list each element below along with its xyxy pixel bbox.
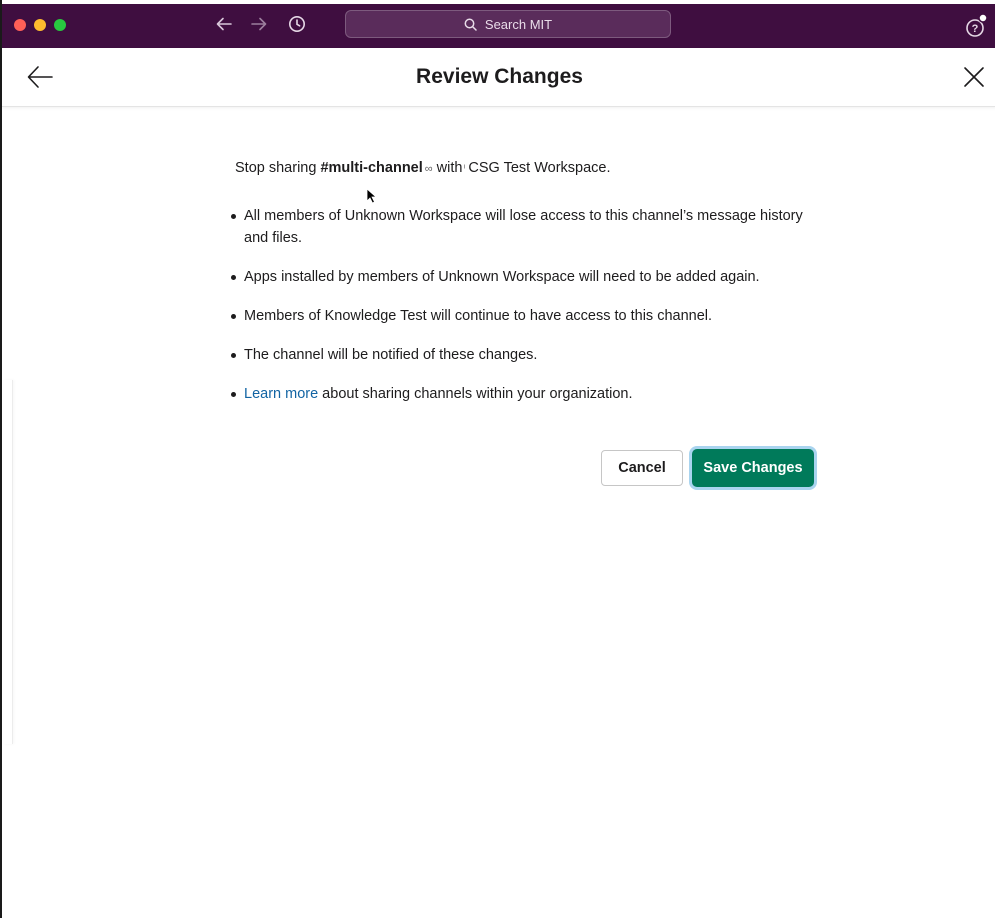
review-content: Stop sharing #multi-channel ∞ withⁱ CSG Tes… bbox=[231, 158, 825, 422]
list-item: All members of Unknown Workspace will lo… bbox=[231, 205, 825, 249]
search-icon bbox=[464, 18, 477, 31]
search-placeholder: Search MIT bbox=[484, 16, 553, 32]
window-close-dot[interactable] bbox=[14, 19, 26, 31]
intro-text: Stop sharing #multi-channel ∞ withⁱ CSG Tes… bbox=[235, 158, 825, 179]
cancel-button[interactable]: Cancel bbox=[601, 450, 683, 486]
workspace-icon: ⁱ bbox=[463, 163, 466, 175]
page-title: Review Changes bbox=[416, 65, 583, 88]
window-minimize-dot[interactable] bbox=[34, 19, 46, 31]
list-item: The channel will be notified of these ch… bbox=[231, 344, 825, 366]
svg-text:?: ? bbox=[972, 23, 979, 35]
search-bar[interactable]: Search MIT bbox=[345, 10, 671, 38]
window-zoom-dot[interactable] bbox=[54, 19, 66, 31]
mouse-cursor-icon bbox=[366, 188, 378, 204]
learn-more-suffix: about sharing channels within your organ… bbox=[318, 386, 633, 402]
history-forward-button[interactable] bbox=[247, 10, 271, 38]
arrow-right-icon bbox=[251, 17, 267, 31]
link-icon: ∞ bbox=[424, 163, 433, 175]
save-changes-button[interactable]: Save Changes bbox=[692, 449, 814, 487]
help-icon: ? bbox=[966, 13, 988, 37]
history-button[interactable] bbox=[285, 10, 309, 38]
learn-more-link[interactable]: Learn more bbox=[244, 386, 318, 402]
arrow-left-icon bbox=[216, 17, 232, 31]
intro-prefix: Stop sharing bbox=[235, 160, 321, 176]
list-item: Learn more about sharing channels within… bbox=[231, 383, 825, 405]
list-item: Apps installed by members of Unknown Wor… bbox=[231, 266, 825, 288]
title-bar: Search MIT ? bbox=[2, 0, 995, 48]
clock-icon bbox=[289, 16, 305, 32]
close-button[interactable] bbox=[962, 65, 986, 89]
help-button[interactable]: ? bbox=[963, 12, 991, 40]
history-back-button[interactable] bbox=[212, 10, 236, 38]
channel-name: #multi-channel bbox=[320, 160, 423, 176]
modal-header: Review Changes bbox=[2, 48, 995, 107]
workspace-name: CSG Test Workspace. bbox=[468, 160, 611, 176]
close-icon bbox=[964, 67, 984, 87]
app-window: Search MIT ? Review Changes Stop sharing… bbox=[0, 0, 995, 918]
background-panel-edge bbox=[4, 380, 13, 744]
changes-list: All members of Unknown Workspace will lo… bbox=[231, 205, 825, 405]
list-item: Members of Knowledge Test will continue … bbox=[231, 305, 825, 327]
intro-with: with bbox=[436, 160, 463, 176]
